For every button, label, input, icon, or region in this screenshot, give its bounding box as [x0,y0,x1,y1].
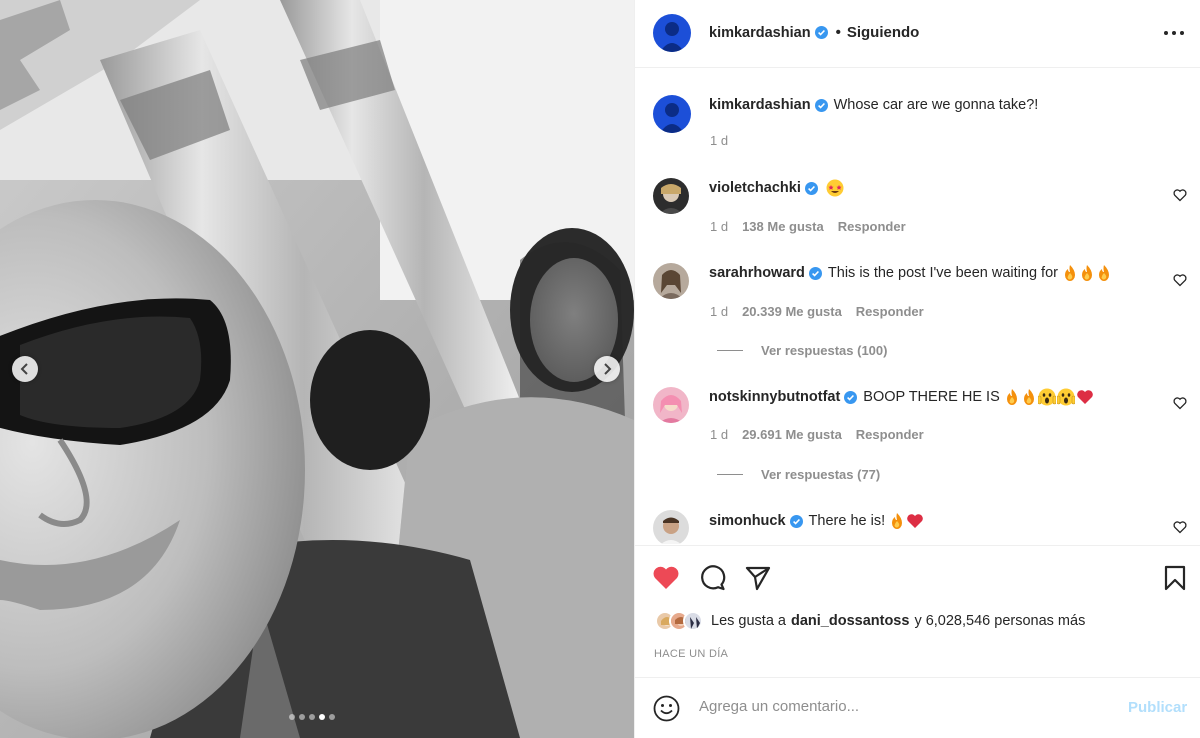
post-photo [0,0,634,738]
comment-text: There he is! [808,513,886,529]
like-comment-heart-icon[interactable] [1173,520,1187,534]
chevron-left-icon [20,363,28,375]
likes-featured-user[interactable]: dani_dossantoss [791,613,909,629]
view-replies-label: Ver respuestas (77) [761,467,881,482]
commenter-avatar[interactable] [653,510,689,544]
commenter-avatar[interactable] [653,178,689,214]
comment-text: This is the post I've been waiting for [827,265,1058,281]
replies-divider [717,474,743,475]
post-actions: Les gusta a dani_dossantoss y 6,028,546 … [635,545,1200,677]
comment-text: BOOP THERE HE IS [863,389,1000,405]
share-button[interactable] [743,563,773,593]
commenter-avatar[interactable] [653,387,689,423]
comment-likes[interactable]: 138 Me gusta [742,219,824,234]
author-avatar[interactable] [653,14,691,52]
comment-time[interactable]: 1 d [710,219,728,234]
likes-prefix: Les gusta a [711,613,786,629]
follow-status-button[interactable]: Siguiendo [847,24,920,41]
share-icon [745,566,771,591]
star-struck-emoji-icon [826,179,844,197]
reply-button[interactable]: Responder [856,427,924,442]
comment-time[interactable]: 1 d [710,304,728,319]
next-photo-button[interactable] [594,356,620,382]
liker-avatar [683,611,703,631]
header-separator: • [835,24,841,41]
scream-emoji-icon [1037,388,1056,406]
chevron-right-icon [604,363,612,375]
comment-emojis [1062,264,1112,282]
more-options-button[interactable] [1163,22,1185,44]
like-comment-heart-icon[interactable] [1173,273,1187,287]
previous-photo-button[interactable] [12,356,38,382]
verified-icon [808,266,822,280]
commenter-avatar[interactable] [653,263,689,299]
view-replies-button[interactable]: Ver respuestas (77) [717,467,880,482]
comment-emojis [889,512,924,530]
view-replies-label: Ver respuestas (100) [761,343,888,358]
comment-emojis [1004,388,1094,406]
carousel-dot-active [319,714,325,720]
comment-button[interactable] [698,563,728,593]
scream-emoji-icon [1056,388,1075,406]
like-comment-heart-icon[interactable] [1173,396,1187,410]
save-button[interactable] [1160,563,1190,593]
commenter-username[interactable]: violetchachki [709,180,801,196]
comments-list[interactable]: kimkardashian Whose car are we gonna tak… [635,69,1200,544]
publish-button[interactable]: Publicar [1128,699,1187,716]
fire-emoji-icon [1098,265,1109,281]
comment-composer: Publicar [635,677,1200,738]
comment-emojis [826,179,844,197]
comment-likes[interactable]: 29.691 Me gusta [742,427,842,442]
fire-emoji-icon [1006,389,1017,405]
caption-text: Whose car are we gonna take?! [833,97,1039,113]
comment-icon [701,565,726,591]
view-replies-button[interactable]: Ver respuestas (100) [717,343,887,358]
carousel-dot [309,714,315,720]
carousel-dot [299,714,305,720]
comment-likes[interactable]: 20.339 Me gusta [742,304,842,319]
verified-icon [844,390,858,404]
carousel-dot [289,714,295,720]
emoji-icon[interactable] [653,695,680,722]
verified-icon [804,181,818,195]
verified-icon [814,26,828,39]
caption-time[interactable]: 1 d [710,133,728,148]
author-username[interactable]: kimkardashian [709,25,811,41]
like-button[interactable] [651,563,681,593]
comment-time[interactable]: 1 d [710,427,728,442]
verified-icon [814,98,828,112]
fire-emoji-icon [892,513,903,529]
replies-divider [717,350,743,351]
fire-emoji-icon [1064,265,1075,281]
caption-username[interactable]: kimkardashian [709,97,811,113]
likes-summary[interactable]: Les gusta a dani_dossantoss y 6,028,546 … [655,611,1085,631]
carousel-dot [329,714,335,720]
liker-avatars [655,611,703,631]
red-heart-emoji-icon [1076,390,1093,404]
verified-icon [789,514,803,528]
fire-emoji-icon [1081,265,1092,281]
caption-avatar[interactable] [653,95,691,133]
post-dialog: kimkardashian • Siguiendo kimkardashian … [0,0,1200,738]
more-icon [1164,31,1184,35]
carousel-indicator [289,714,335,720]
reply-button[interactable]: Responder [838,219,906,234]
red-heart-emoji-icon [907,514,923,528]
heart-icon [653,566,679,589]
bookmark-icon [1164,565,1186,591]
post-header: kimkardashian • Siguiendo [635,0,1200,68]
post-side-panel: kimkardashian • Siguiendo kimkardashian … [634,0,1200,738]
comment-input[interactable] [699,698,1099,715]
post-media[interactable] [0,0,634,738]
likes-count[interactable]: y 6,028,546 personas más [914,613,1085,629]
commenter-username[interactable]: notskinnybutnotfat [709,389,840,405]
post-timestamp[interactable]: HACE UN DÍA [654,648,728,660]
commenter-username[interactable]: sarahrhoward [709,265,805,281]
reply-button[interactable]: Responder [856,304,924,319]
like-comment-heart-icon[interactable] [1173,188,1187,202]
fire-emoji-icon [1023,389,1034,405]
commenter-username[interactable]: simonhuck [709,513,786,529]
